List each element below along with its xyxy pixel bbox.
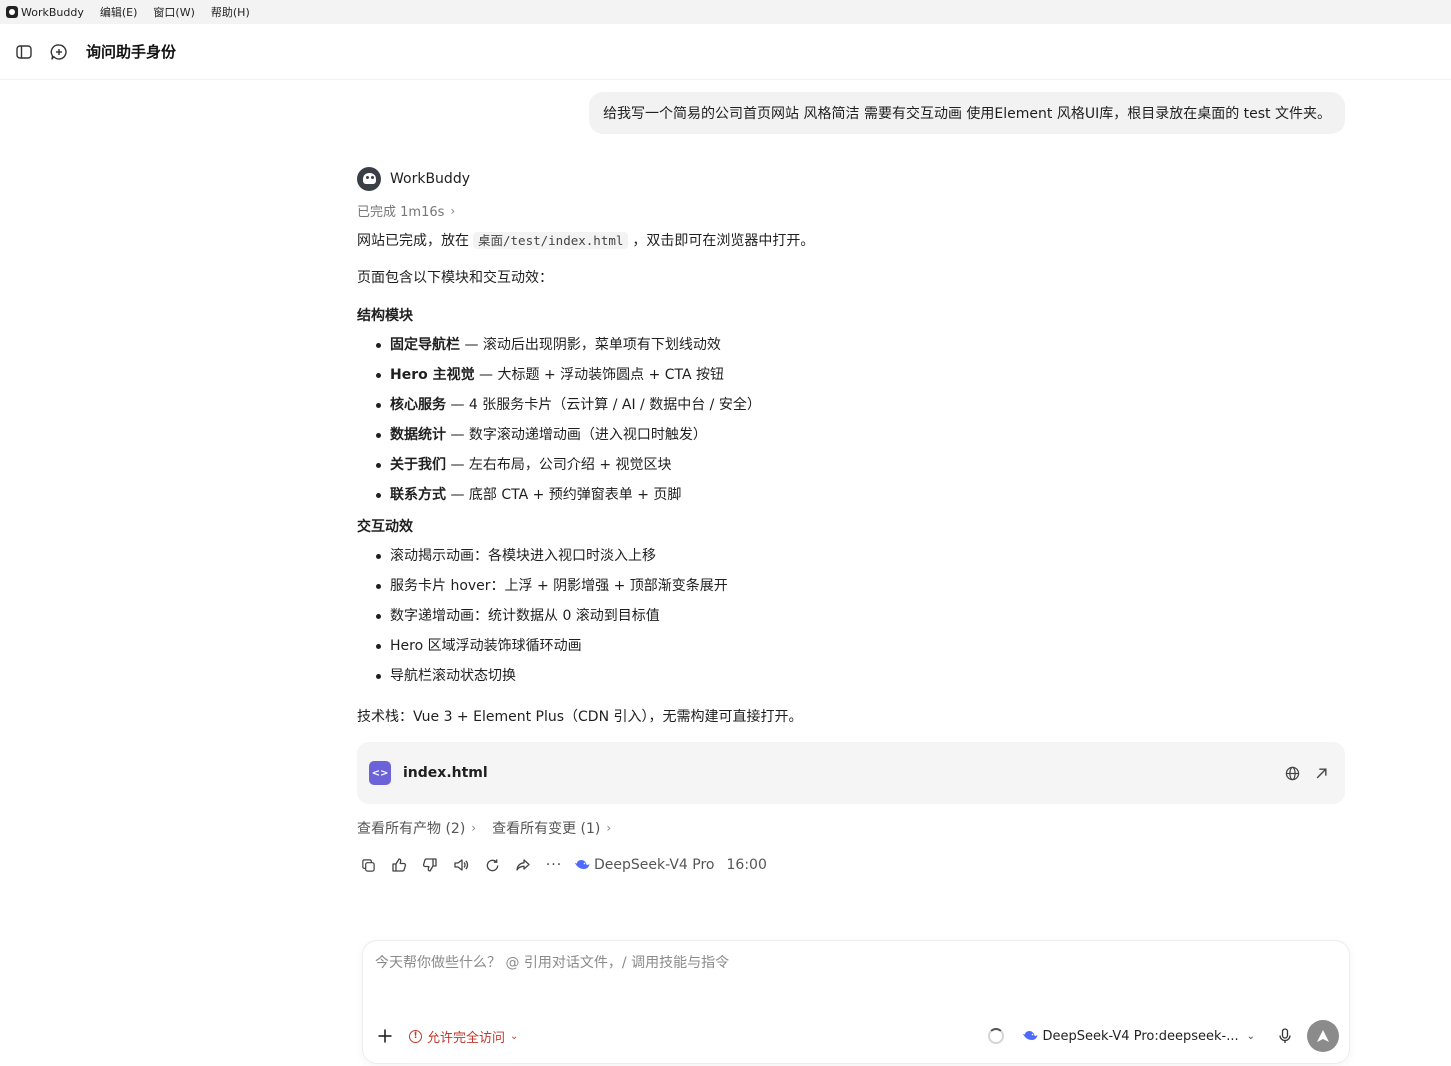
composer-toolbar: ! 允许完全访问 ⌄ DeepSeek-V4 Pro:deepseek-... …: [373, 1020, 1339, 1052]
access-mode-dropdown[interactable]: ! 允许完全访问 ⌄: [409, 1027, 518, 1046]
model-tag: DeepSeek-V4 Pro: [574, 857, 715, 873]
list-item: 固定导航栏 — 滚动后出现阴影，菜单项有下划线动效: [357, 335, 1345, 365]
file-path-code: 桌面/test/index.html: [473, 232, 629, 249]
summary-links: 查看所有产物 (2) › 查看所有变更 (1) ›: [357, 818, 1345, 838]
open-in-browser-button[interactable]: [1280, 761, 1304, 785]
list-item: 导航栏滚动状态切换: [357, 666, 1345, 696]
list-item: 滚动揭示动画：各模块进入视口时淡入上移: [357, 546, 1345, 576]
list-item: 服务卡片 hover：上浮 + 阴影增强 + 顶部渐变条展开: [357, 576, 1345, 606]
assistant-avatar: [357, 167, 381, 191]
voice-input-button[interactable]: [1273, 1024, 1297, 1048]
list-item: Hero 区域浮动装饰球循环动画: [357, 636, 1345, 666]
access-label: 允许完全访问: [427, 1030, 506, 1046]
microphone-icon: [1279, 1028, 1291, 1043]
model-name: DeepSeek-V4 Pro: [594, 857, 715, 873]
thumbs-down-icon: [422, 858, 437, 872]
p1-after: ，双击即可在浏览器中打开。: [632, 233, 815, 249]
chevron-right-icon: ›: [471, 821, 477, 835]
sidebar-icon: [16, 44, 32, 59]
deepseek-whale-icon: [575, 860, 590, 869]
list-item: 核心服务 — 4 张服务卡片（云计算 / AI / 数据中台 / 安全）: [357, 395, 1345, 425]
section-heading-structure: 结构模块: [357, 308, 413, 324]
speaker-icon: [454, 859, 469, 871]
interaction-list: 滚动揭示动画：各模块进入视口时淡入上移 服务卡片 hover：上浮 + 阴影增强…: [357, 546, 1345, 696]
file-name: index.html: [403, 765, 488, 781]
completion-status[interactable]: 已完成 1m16s ›: [357, 201, 1345, 221]
send-button[interactable]: [1307, 1020, 1339, 1052]
copy-button[interactable]: [356, 853, 380, 877]
chevron-right-icon: ›: [606, 821, 612, 835]
section-heading-interactions: 交互动效: [357, 519, 413, 535]
read-aloud-button[interactable]: [449, 853, 473, 877]
assistant-message: WorkBuddy 已完成 1m16s › 网站已完成，放在 桌面/test/in…: [357, 166, 1345, 877]
menu-help[interactable]: 帮助(H): [211, 4, 250, 20]
plus-icon: [378, 1029, 392, 1043]
view-changes-link[interactable]: 查看所有变更 (1) ›: [492, 818, 611, 838]
arrow-up-right-icon: [1316, 767, 1327, 778]
p1-before: 网站已完成，放在: [357, 233, 469, 249]
list-item: 关于我们 — 左右布局，公司介绍 + 视觉区块: [357, 455, 1345, 485]
share-icon: [516, 859, 530, 871]
attach-button[interactable]: [373, 1024, 397, 1048]
intro-paragraph: 页面包含以下模块和交互动效：: [357, 270, 553, 286]
menu-edit[interactable]: 编辑(E): [100, 4, 138, 20]
new-chat-button[interactable]: [47, 40, 71, 64]
file-card[interactable]: <> index.html: [357, 742, 1345, 804]
chevron-right-icon: ›: [450, 203, 456, 218]
send-arrow-icon: [1317, 1030, 1329, 1042]
menubar: WorkBuddy 编辑(E) 窗口(W) 帮助(H): [0, 0, 1451, 24]
status-text: 已完成 1m16s: [357, 205, 445, 220]
result-paragraph: 网站已完成，放在 桌面/test/index.html ，双击即可在浏览器中打开。: [357, 231, 1345, 251]
warning-icon: !: [409, 1029, 422, 1043]
tech-stack-paragraph: 技术栈：Vue 3 + Element Plus（CDN 引入），无需构建可直接…: [357, 709, 803, 725]
deepseek-whale-icon: [1023, 1031, 1038, 1040]
model-selector[interactable]: DeepSeek-V4 Pro:deepseek-... ⌄: [1022, 1029, 1255, 1044]
regenerate-button[interactable]: [480, 853, 504, 877]
app-name: WorkBuddy: [21, 5, 84, 19]
refresh-icon: [486, 858, 498, 871]
thumbs-up-button[interactable]: [387, 853, 411, 877]
assistant-header: WorkBuddy: [357, 166, 1345, 192]
code-file-icon: <>: [369, 761, 391, 785]
loading-spinner-icon: [988, 1028, 1005, 1044]
structure-list: 固定导航栏 — 滚动后出现阴影，菜单项有下划线动效 Hero 主视觉 — 大标题…: [357, 335, 1345, 515]
view-artifacts-link[interactable]: 查看所有产物 (2) ›: [357, 818, 476, 838]
message-input[interactable]: [375, 955, 1275, 971]
chat-header: 询问助手身份: [0, 24, 1451, 80]
app-menu[interactable]: WorkBuddy: [0, 6, 84, 19]
message-actions: ··· DeepSeek-V4 Pro 16:00: [357, 853, 1345, 877]
list-item: 数据统计 — 数字滚动递增动画（进入视口时触发）: [357, 425, 1345, 455]
page-title: 询问助手身份: [86, 43, 177, 61]
open-external-button[interactable]: [1309, 761, 1333, 785]
more-button[interactable]: ···: [542, 853, 566, 877]
chevron-down-icon: ⌄: [1246, 1030, 1255, 1042]
new-chat-icon: [50, 43, 67, 60]
menu-window[interactable]: 窗口(W): [153, 4, 194, 20]
list-item: 联系方式 — 底部 CTA + 预约弹窗表单 + 页脚: [357, 485, 1345, 515]
message-time: 16:00: [726, 857, 767, 873]
thumbs-up-icon: [392, 858, 407, 872]
share-button[interactable]: [511, 853, 535, 877]
model-select-label: DeepSeek-V4 Pro:deepseek-...: [1042, 1028, 1239, 1044]
thumbs-down-button[interactable]: [418, 853, 442, 877]
composer: ! 允许完全访问 ⌄ DeepSeek-V4 Pro:deepseek-... …: [363, 941, 1349, 1063]
list-item: Hero 主视觉 — 大标题 + 浮动装饰圆点 + CTA 按钮: [357, 365, 1345, 395]
user-message-bubble: 给我写一个简易的公司首页网站 风格简洁 需要有交互动画 使用Element 风格…: [589, 92, 1345, 134]
chevron-down-icon: ⌄: [510, 1030, 519, 1042]
toggle-sidebar-button[interactable]: [12, 40, 36, 64]
globe-icon: [1285, 766, 1299, 780]
copy-icon: [361, 858, 375, 872]
ellipsis-icon: ···: [545, 857, 563, 873]
assistant-name: WorkBuddy: [390, 171, 470, 187]
workbuddy-logo-icon: [6, 6, 18, 18]
list-item: 数字递增动画：统计数据从 0 滚动到目标值: [357, 606, 1345, 636]
